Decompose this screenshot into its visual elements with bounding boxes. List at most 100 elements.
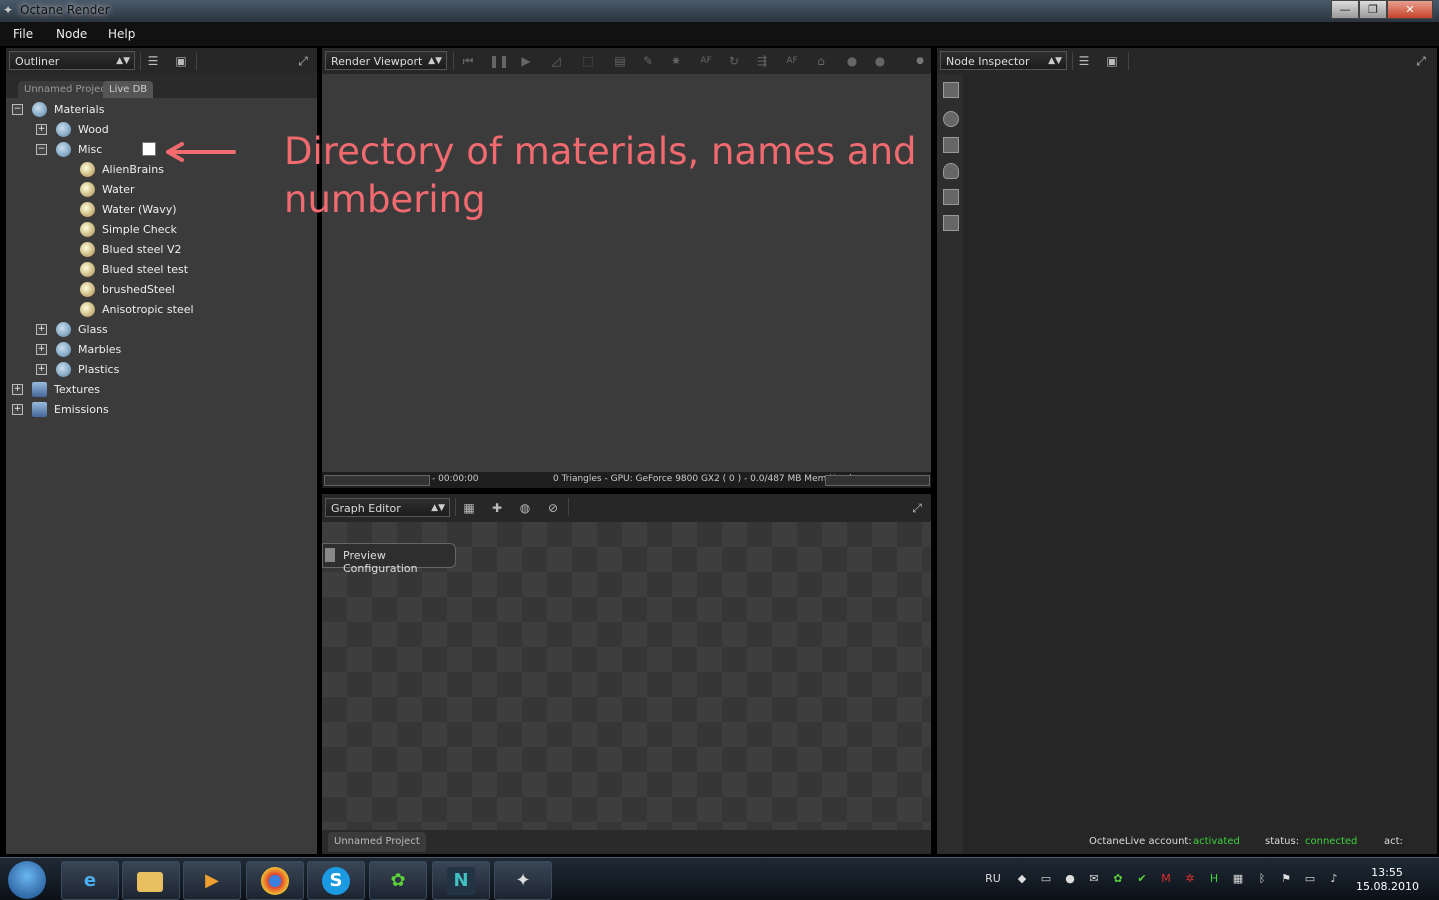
collapse-icon[interactable]: − — [36, 144, 47, 155]
split-horizontal-icon[interactable]: ☰ — [145, 53, 161, 69]
tree-item[interactable]: + Emissions — [6, 400, 306, 420]
split-horizontal-icon[interactable]: ☰ — [1076, 53, 1092, 69]
camera-icon[interactable]: ▤ — [612, 53, 628, 69]
ruler-icon[interactable]: ◿ — [548, 53, 564, 69]
system-clock[interactable]: 13:55 15.08.2010 — [1356, 866, 1419, 894]
h-icon[interactable]: H — [1207, 872, 1221, 886]
tree-item[interactable]: Water (Wavy) — [6, 200, 306, 220]
graph-editor-canvas[interactable]: Preview Configuration — [322, 522, 931, 830]
antivirus-icon[interactable]: ● — [1063, 872, 1077, 886]
maximize-panel-icon[interactable]: ⤢ — [1413, 53, 1429, 69]
texture-node-icon[interactable]: ◍ — [517, 500, 533, 516]
tree-item[interactable]: + Wood — [6, 120, 306, 140]
tree-item[interactable]: Simple Check — [6, 220, 306, 240]
inspector-dropdown[interactable]: Node Inspector ▲▼ — [940, 51, 1067, 70]
tree-item[interactable]: brushedSteel — [6, 280, 306, 300]
record-icon[interactable]: ● — [912, 53, 928, 69]
settings-icon[interactable] — [943, 215, 959, 231]
maximize-panel-icon[interactable]: ⤢ — [909, 500, 925, 516]
split-vertical-icon[interactable]: ▣ — [1104, 53, 1120, 69]
maximize-icon[interactable]: ❐ — [1359, 0, 1387, 19]
start-button[interactable] — [8, 861, 46, 899]
menu-node[interactable]: Node — [56, 27, 87, 41]
delete-node-icon[interactable]: ⊘ — [545, 500, 561, 516]
tree-item[interactable]: Blued steel test — [6, 260, 306, 280]
sun-icon[interactable]: ✷ — [668, 53, 684, 69]
check-icon[interactable]: ✔ — [1135, 872, 1149, 886]
expand-icon[interactable]: + — [36, 124, 47, 135]
internet-explorer-icon[interactable]: e — [61, 861, 119, 900]
graph-editor-dropdown[interactable]: Graph Editor ▲▼ — [325, 498, 450, 517]
dropbox-icon[interactable]: ◆ — [1015, 872, 1029, 886]
tab-unnamed-project[interactable]: Unnamed Project — [18, 81, 116, 98]
tree-item[interactable]: AlienBrains — [6, 160, 306, 180]
tab-live-db[interactable]: Live DB — [103, 81, 154, 98]
volume-icon[interactable]: ♪ — [1327, 872, 1341, 886]
tree-item[interactable]: Anisotropic steel — [6, 300, 306, 320]
picker-icon[interactable]: ✎ — [640, 53, 656, 69]
af-icon[interactable]: AF — [698, 53, 714, 69]
tree-item[interactable]: Water — [6, 180, 306, 200]
flag-icon[interactable]: ⚑ — [1279, 872, 1293, 886]
tree-item[interactable]: + Marbles — [6, 340, 306, 360]
split-vertical-icon[interactable]: ▣ — [173, 53, 189, 69]
device-icon[interactable]: ▦ — [1231, 872, 1245, 886]
media-player-icon[interactable]: ▶ — [183, 861, 241, 900]
tree-item[interactable]: + Textures — [6, 380, 306, 400]
app-icon[interactable]: N — [432, 861, 490, 900]
menu-help[interactable]: Help — [108, 27, 135, 41]
chrome-icon[interactable] — [246, 861, 304, 900]
sphere-icon — [56, 142, 71, 157]
tree-item[interactable]: − Misc — [6, 140, 306, 160]
icq-tray-icon[interactable]: ✿ — [1111, 872, 1125, 886]
explorer-folder-icon[interactable] — [122, 861, 180, 900]
rewind-icon[interactable]: ⏮ — [460, 53, 476, 69]
region-icon[interactable]: ⬚ — [580, 53, 596, 69]
viewport-dropdown[interactable]: Render Viewport ▲▼ — [325, 51, 447, 70]
add-node-icon[interactable]: ▦ — [461, 500, 477, 516]
play-icon[interactable]: ▶ — [518, 53, 534, 69]
language-indicator[interactable]: RU — [984, 872, 1002, 886]
tab-unnamed-project[interactable]: Unnamed Project — [328, 832, 426, 852]
camera-icon[interactable] — [943, 111, 959, 127]
tree-item[interactable]: Blued steel V2 — [6, 240, 306, 260]
bluetooth-icon[interactable]: ᛒ — [1255, 872, 1269, 886]
tree-item-label: AlienBrains — [102, 163, 164, 176]
dof-icon[interactable]: ⇶ — [754, 53, 770, 69]
skype-icon[interactable]: S — [307, 861, 365, 900]
film-icon[interactable] — [943, 137, 959, 153]
pause-icon[interactable]: ❚❚ — [489, 53, 509, 69]
icq-icon[interactable]: ✿ — [369, 861, 427, 900]
expand-icon[interactable]: + — [36, 344, 47, 355]
acrobat-icon[interactable]: ✲ — [1183, 872, 1197, 886]
preview-configuration-node[interactable]: Preview Configuration — [322, 543, 456, 575]
network-drive-icon[interactable]: ▭ — [1039, 872, 1053, 886]
network-icon[interactable]: ▭ — [1303, 872, 1317, 886]
refresh-icon[interactable]: ↻ — [726, 53, 742, 69]
image-icon[interactable] — [943, 82, 959, 98]
material-node-icon[interactable]: ✚ — [489, 500, 505, 516]
tree-item[interactable]: + Glass — [6, 320, 306, 340]
mail-icon[interactable]: ✉ — [1087, 872, 1101, 886]
tree-item[interactable]: − Materials — [6, 100, 306, 120]
menu-file[interactable]: File — [13, 27, 33, 41]
expand-icon[interactable]: + — [12, 384, 23, 395]
expand-icon[interactable]: + — [36, 324, 47, 335]
lock-icon[interactable]: ⌂ — [813, 53, 829, 69]
environment-icon[interactable] — [943, 163, 959, 179]
mcafee-icon[interactable]: M — [1159, 872, 1173, 886]
collapse-icon[interactable]: − — [12, 104, 23, 115]
octane-icon[interactable]: ✦ — [494, 861, 552, 900]
af-alt-icon[interactable]: AF — [784, 53, 800, 69]
tree-item[interactable]: + Plastics — [6, 360, 306, 380]
picture-icon[interactable] — [943, 189, 959, 205]
sphere-right-icon[interactable]: ● — [872, 53, 888, 69]
minimize-icon[interactable]: — — [1331, 0, 1359, 19]
close-icon[interactable]: ✕ — [1387, 0, 1433, 19]
maximize-panel-icon[interactable]: ⤢ — [295, 53, 311, 69]
material-badge-icon[interactable] — [142, 142, 156, 156]
expand-icon[interactable]: + — [36, 364, 47, 375]
outliner-dropdown[interactable]: Outliner ▲▼ — [9, 51, 135, 70]
sphere-left-icon[interactable]: ● — [844, 53, 860, 69]
expand-icon[interactable]: + — [12, 404, 23, 415]
